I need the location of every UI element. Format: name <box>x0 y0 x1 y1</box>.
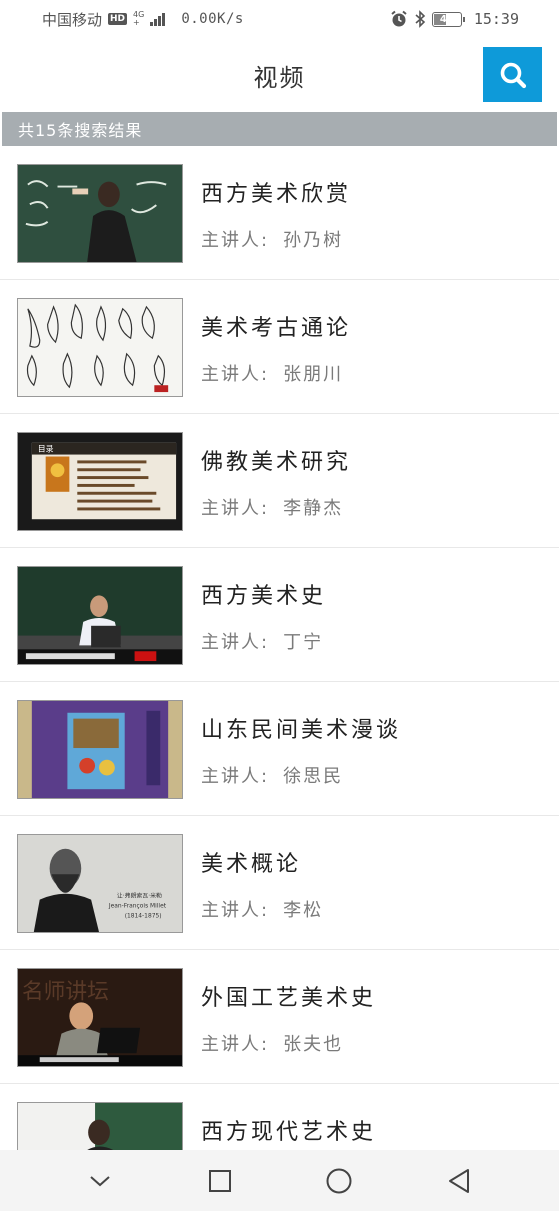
video-title[interactable]: 西方美术欣赏 <box>201 176 351 208</box>
status-left: 中国移动 HD 4G + 0.00K/s <box>42 9 244 30</box>
lecturer-name: 张朋川 <box>283 364 344 385</box>
network-type-icon: 4G + <box>133 10 145 27</box>
battery-icon: 44 <box>431 11 465 27</box>
lecturer-name: 徐思民 <box>283 766 344 787</box>
thumb-header-text: 目录 <box>38 445 54 454</box>
result-count-text: 共15条搜索结果 <box>18 121 143 140</box>
bluetooth-icon <box>415 10 426 28</box>
collapse-button[interactable] <box>70 1156 130 1206</box>
video-thumbnail[interactable]: 让·弗朗索瓦·米勒 Jean-François Millet (1814-187… <box>17 834 183 933</box>
video-thumbnail[interactable]: 目录 <box>17 432 183 531</box>
result-count-bar: 共15条搜索结果 <box>2 112 557 146</box>
hd-icon: HD <box>108 13 128 25</box>
lecturer-label: 主讲人: <box>201 900 270 921</box>
video-item[interactable]: 西方美术欣赏 主讲人: 孙乃树 <box>0 146 559 280</box>
lecturer-label: 主讲人: <box>201 1034 270 1055</box>
video-item[interactable]: 山东民间美术漫谈 主讲人: 徐思民 <box>0 682 559 816</box>
back-button[interactable] <box>429 1156 489 1206</box>
page-title: 视频 <box>253 63 306 92</box>
lecturer-name: 张夫也 <box>283 1034 344 1055</box>
status-bar: 中国移动 HD 4G + 0.00K/s 44 15:39 <box>0 0 559 38</box>
video-thumbnail[interactable] <box>17 298 183 397</box>
search-button[interactable] <box>483 47 542 102</box>
video-title[interactable]: 西方现代艺术史 <box>201 1114 376 1146</box>
thumb-caption-years: (1814-1875) <box>125 913 162 919</box>
home-icon <box>326 1168 352 1193</box>
carrier-label: 中国移动 <box>42 10 103 29</box>
video-lecturer: 主讲人: 李静杰 <box>201 494 357 520</box>
home-button[interactable] <box>309 1156 369 1206</box>
video-title[interactable]: 美术考古通论 <box>201 310 351 342</box>
clock: 15:39 <box>473 10 519 28</box>
video-title[interactable]: 山东民间美术漫谈 <box>201 712 401 744</box>
lecturer-label: 主讲人: <box>201 766 270 787</box>
alarm-icon <box>391 10 407 27</box>
video-thumbnail[interactable] <box>17 700 183 799</box>
recents-button[interactable] <box>190 1156 250 1206</box>
status-right: 44 15:39 <box>390 10 519 28</box>
video-thumbnail[interactable] <box>17 1102 183 1150</box>
lecturer-name: 孙乃树 <box>283 230 344 251</box>
video-title[interactable]: 美术概论 <box>201 846 301 878</box>
video-lecturer: 主讲人: 丁宁 <box>201 628 337 654</box>
video-thumbnail[interactable] <box>17 566 183 665</box>
back-icon <box>449 1168 470 1193</box>
video-list[interactable]: 西方美术欣赏 主讲人: 孙乃树 美术考古通论 主讲人: 张朋川 目录 佛教美术研… <box>0 146 559 1150</box>
collapse-icon <box>90 1175 110 1186</box>
thumb-caption-cn: 让·弗朗索瓦·米勒 <box>117 892 162 900</box>
lecturer-name: 丁宁 <box>283 632 324 653</box>
video-title[interactable]: 外国工艺美术史 <box>201 980 376 1012</box>
video-item[interactable]: 西方现代艺术史 <box>0 1084 559 1150</box>
thumb-big-text: 名师讲坛 <box>22 979 109 1004</box>
signal-icon <box>150 12 166 26</box>
system-nav-bar <box>0 1150 559 1211</box>
video-item[interactable]: 西方美术史 主讲人: 丁宁 <box>0 548 559 682</box>
video-item[interactable]: 让·弗朗索瓦·米勒 Jean-François Millet (1814-187… <box>0 816 559 950</box>
thumb-caption-en: Jean-François Millet <box>108 904 167 910</box>
recents-icon <box>208 1169 231 1192</box>
lecturer-label: 主讲人: <box>201 230 270 251</box>
network-speed: 0.00K/s <box>181 11 244 27</box>
lecturer-name: 李松 <box>283 900 324 921</box>
video-lecturer: 主讲人: 徐思民 <box>201 762 357 788</box>
lecturer-name: 李静杰 <box>283 498 344 519</box>
app-header: 视频 <box>0 38 559 112</box>
video-lecturer: 主讲人: 李松 <box>201 896 337 922</box>
video-thumbnail[interactable]: 名师讲坛 <box>17 968 183 1067</box>
battery-level: 44 <box>439 13 454 25</box>
video-lecturer: 主讲人: 孙乃树 <box>201 226 357 252</box>
video-thumbnail[interactable] <box>17 164 183 263</box>
video-item[interactable]: 目录 佛教美术研究 主讲人: 李静杰 <box>0 414 559 548</box>
video-lecturer: 主讲人: 张朋川 <box>201 360 357 386</box>
lecturer-label: 主讲人: <box>201 364 270 385</box>
lecturer-label: 主讲人: <box>201 498 270 519</box>
video-item[interactable]: 名师讲坛 外国工艺美术史 主讲人: 张夫也 <box>0 950 559 1084</box>
search-icon <box>500 62 526 88</box>
video-item[interactable]: 美术考古通论 主讲人: 张朋川 <box>0 280 559 414</box>
video-lecturer: 主讲人: 张夫也 <box>201 1030 357 1056</box>
video-title[interactable]: 佛教美术研究 <box>201 444 351 476</box>
video-title[interactable]: 西方美术史 <box>201 578 326 610</box>
lecturer-label: 主讲人: <box>201 632 270 653</box>
